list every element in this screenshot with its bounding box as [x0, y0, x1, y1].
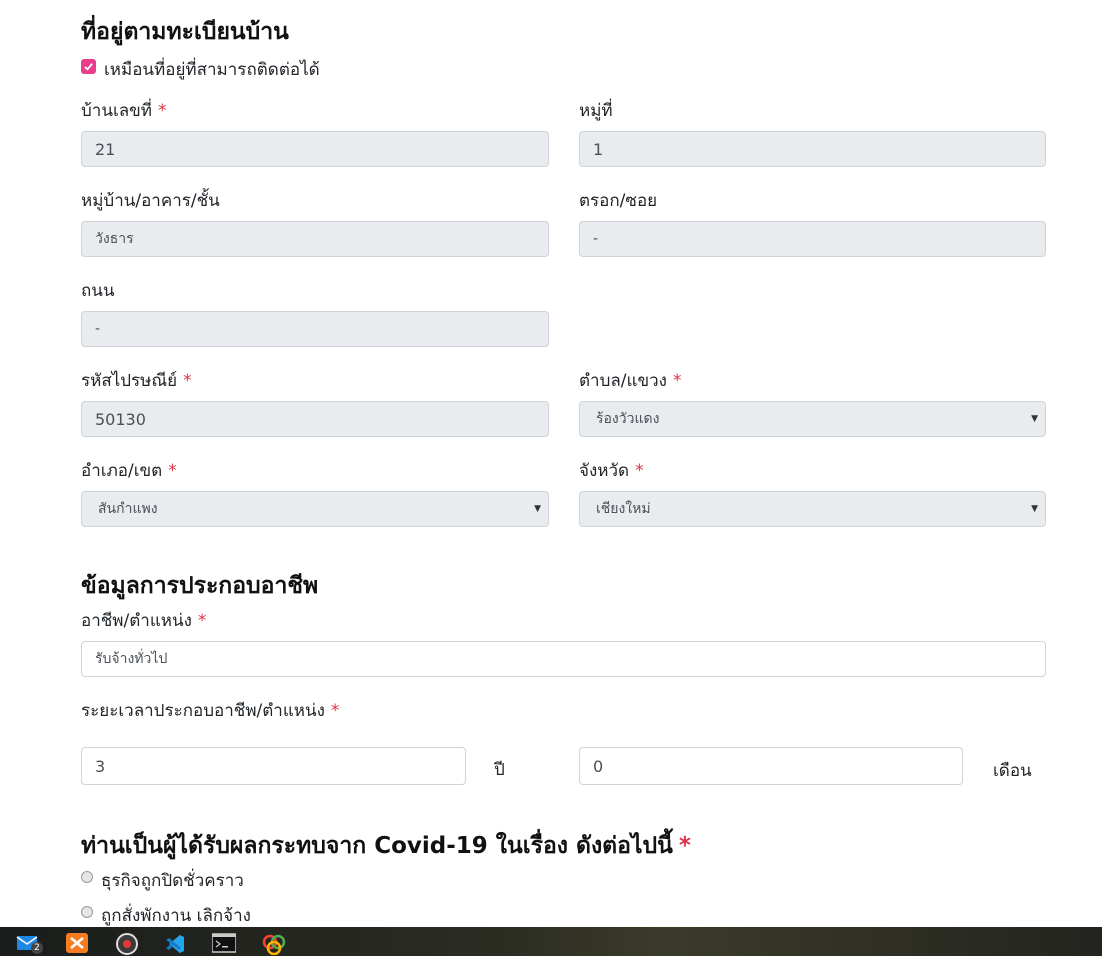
covid-option-label: ถูกสั่งพักงาน เลิกจ้าง: [101, 906, 251, 926]
province-select[interactable]: เชียงใหม่ ▼: [579, 491, 1046, 527]
subdistrict-label: ตำบล/แขวง *: [579, 371, 682, 391]
years-unit-label: ปี: [494, 760, 505, 780]
vscode-icon[interactable]: [164, 933, 184, 953]
required-mark: *: [183, 371, 192, 391]
moo-field[interactable]: 1: [579, 131, 1046, 167]
subdistrict-select[interactable]: ร้องวัวแดง ▼: [579, 401, 1046, 437]
mail-badge: 2: [31, 942, 43, 954]
postcode-field[interactable]: 50130: [81, 401, 549, 437]
soi-field[interactable]: -: [579, 221, 1046, 257]
house-no-field[interactable]: 21: [81, 131, 549, 167]
district-selected-value: สันกำแพง: [98, 501, 158, 517]
required-mark: *: [168, 461, 177, 481]
village-label: หมู่บ้าน/อาคาร/ชั้น: [81, 191, 220, 211]
occupation-duration-label: ระยะเวลาประกอบอาชีพ/ตำแหน่ง *: [81, 701, 340, 721]
soi-label: ตรอก/ซอย: [579, 191, 658, 211]
province-label: จังหวัด *: [579, 461, 644, 481]
road-label: ถนน: [81, 281, 115, 301]
same-as-contact-checkbox[interactable]: [81, 59, 96, 74]
taskbar: 2: [0, 927, 1102, 956]
terminal-icon[interactable]: [211, 933, 237, 953]
province-selected-value: เชียงใหม่: [596, 501, 651, 517]
caret-down-icon: ▼: [1031, 504, 1038, 514]
caret-down-icon: ▼: [1031, 414, 1038, 424]
road-field[interactable]: -: [81, 311, 549, 347]
moo-label: หมู่ที่: [579, 101, 613, 121]
months-unit-label: เดือน: [993, 761, 1032, 781]
required-mark: *: [158, 101, 167, 121]
occupation-label: อาชีพ/ตำแหน่ง *: [81, 611, 207, 631]
village-field[interactable]: วังธาร: [81, 221, 549, 257]
required-mark: *: [197, 611, 207, 631]
app-icon[interactable]: [262, 933, 286, 956]
duration-months-field[interactable]: 0: [579, 747, 963, 785]
required-mark: *: [635, 461, 644, 481]
postcode-label: รหัสไปรษณีย์ *: [81, 371, 192, 391]
covid-option-radio[interactable]: [81, 906, 93, 918]
duration-years-field[interactable]: 3: [81, 747, 466, 785]
district-label: อำเภอ/เขต *: [81, 461, 177, 481]
required-mark: *: [672, 371, 682, 391]
same-as-contact-label: เหมือนที่อยู่ที่สามารถติดต่อได้: [104, 60, 320, 80]
required-mark: *: [330, 701, 340, 721]
covid-option-radio[interactable]: [81, 871, 93, 883]
mail-icon[interactable]: 2: [16, 933, 43, 954]
section-title-covid: ท่านเป็นผู้ได้รับผลกระทบจาก Covid-19 ในเ…: [81, 833, 691, 859]
xampp-icon[interactable]: [66, 933, 88, 953]
check-icon: [84, 63, 93, 71]
covid-option-label: ธุรกิจถูกปิดชั่วคราว: [101, 871, 244, 891]
subdistrict-selected-value: ร้องวัวแดง: [596, 411, 660, 427]
section-title-registered-address: ที่อยู่ตามทะเบียนบ้าน: [81, 19, 289, 45]
media-player-icon[interactable]: [116, 933, 138, 955]
section-title-occupation: ข้อมูลการประกอบอาชีพ: [81, 573, 319, 599]
occupation-field[interactable]: รับจ้างทั่วไป: [81, 641, 1046, 677]
district-select[interactable]: สันกำแพง ▼: [81, 491, 549, 527]
caret-down-icon: ▼: [534, 504, 541, 514]
house-no-label: บ้านเลขที่ *: [81, 101, 167, 121]
required-mark: *: [678, 833, 691, 859]
